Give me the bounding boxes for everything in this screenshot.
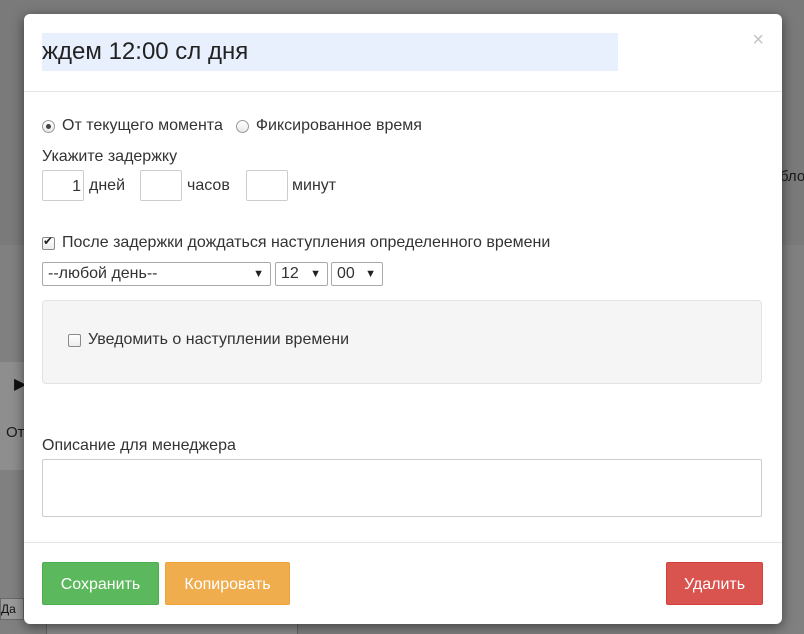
day-select[interactable]: --любой день-- ▼: [42, 262, 271, 286]
background-text-left: От: [6, 424, 25, 441]
notify-row: Уведомить о наступлении времени: [68, 330, 349, 350]
chevron-down-icon: ▼: [310, 268, 321, 280]
modal-footer: Сохранить Копировать Удалить: [24, 542, 782, 625]
title-input[interactable]: [42, 33, 618, 71]
notify-checkbox[interactable]: [68, 333, 81, 347]
hour-select-value: 12: [281, 265, 299, 282]
minute-select[interactable]: 00 ▼: [331, 262, 383, 286]
hours-unit: часов: [187, 177, 230, 194]
close-icon[interactable]: ×: [752, 30, 764, 50]
delete-button[interactable]: Удалить: [666, 562, 763, 605]
copy-button[interactable]: Копировать: [165, 562, 290, 605]
chevron-down-icon: ▼: [253, 268, 264, 280]
days-unit: дней: [89, 177, 126, 194]
day-select-value: --любой день--: [48, 265, 158, 282]
wait-time-row: После задержки дождаться наступления опр…: [42, 233, 550, 253]
hour-select[interactable]: 12 ▼: [275, 262, 328, 286]
fixed-time-radio[interactable]: [235, 119, 249, 133]
delay-label: Укажите задержку: [42, 148, 178, 165]
from-now-radio[interactable]: [42, 119, 55, 133]
description-label: Описание для менеджера: [42, 437, 236, 454]
start-mode-group: От текущего момента Фиксированное время: [42, 116, 435, 136]
delay-modal: × От текущего момента Фиксированное врем…: [24, 14, 782, 624]
days-input[interactable]: 1: [42, 170, 84, 201]
modal-header: ×: [24, 14, 782, 92]
minutes-unit: минут: [292, 177, 337, 194]
description-textarea[interactable]: [42, 459, 762, 517]
hours-input[interactable]: [140, 170, 182, 201]
minutes-input[interactable]: [246, 170, 288, 201]
background-text-right: бло: [780, 168, 804, 185]
background-button: Да: [0, 598, 24, 620]
wait-time-checkbox[interactable]: [42, 234, 55, 250]
wait-time-label[interactable]: После задержки дождаться наступления опр…: [62, 234, 550, 252]
chevron-down-icon: ▼: [365, 268, 376, 280]
notify-panel: Уведомить о наступлении времени: [42, 300, 762, 384]
from-now-label[interactable]: От текущего момента: [62, 117, 223, 135]
notify-label[interactable]: Уведомить о наступлении времени: [88, 331, 349, 349]
fixed-time-label[interactable]: Фиксированное время: [256, 117, 422, 135]
save-button[interactable]: Сохранить: [42, 562, 159, 605]
minute-select-value: 00: [337, 265, 355, 282]
